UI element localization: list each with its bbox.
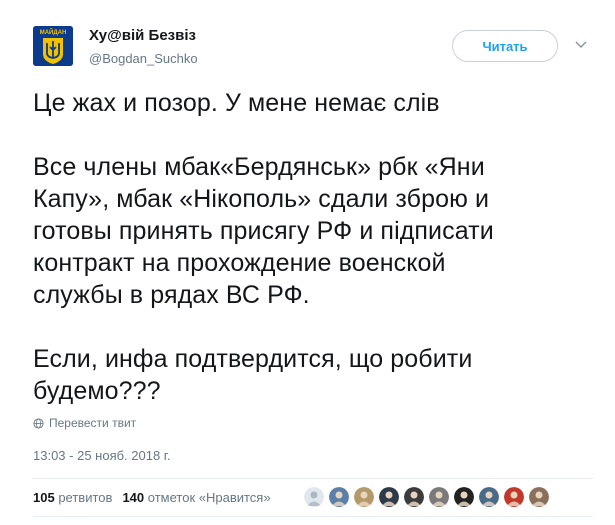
tweet-text-line: Капу», мбак «Нікополь» сдали зброю и xyxy=(33,185,490,213)
divider xyxy=(33,478,593,479)
chevron-down-icon[interactable] xyxy=(574,40,588,50)
tweet-text-line: контракт на прохождение военской xyxy=(33,249,446,277)
author-display-name[interactable]: Ху@вій Безвіз xyxy=(89,27,196,44)
svg-text:МАЙДАН: МАЙДАН xyxy=(40,28,67,36)
retweets-stat[interactable]: 105 ретвитов xyxy=(33,490,112,505)
liker-avatar[interactable] xyxy=(504,487,524,507)
tweet-card: МАЙДАН Ху@вій Безвіз @Bogdan_Suchko Чита… xyxy=(0,0,615,525)
tweet-paragraph-2: Все члены мбак«Бердянськ» рбк «Яни Капу»… xyxy=(33,151,593,311)
tweet-paragraph-3: Если, инфа подтвердится, що робити будем… xyxy=(33,343,593,407)
retweets-count: 105 xyxy=(33,490,55,505)
likes-count: 140 xyxy=(122,490,145,505)
likes-label: отметок «Нравится» xyxy=(147,490,271,505)
liker-avatar[interactable] xyxy=(379,487,399,507)
retweets-label: ретвитов xyxy=(58,490,113,505)
tweet-text-line: службы в рядах ВС РФ. xyxy=(33,281,310,309)
tweet-text-line: Если, инфа подтвердится, що робити xyxy=(33,345,473,373)
follow-button[interactable]: Читать xyxy=(452,30,558,62)
liker-avatar[interactable] xyxy=(429,487,449,507)
liker-avatar[interactable] xyxy=(454,487,474,507)
tweet-paragraph-1: Це жах и позор. У мене немає слів xyxy=(33,87,593,119)
author-avatar[interactable]: МАЙДАН xyxy=(33,26,73,66)
globe-icon xyxy=(33,417,44,429)
liker-avatar[interactable] xyxy=(329,487,349,507)
liker-avatar[interactable] xyxy=(354,487,374,507)
tweet-text-line: будемо??? xyxy=(33,377,161,405)
liker-avatar[interactable] xyxy=(404,487,424,507)
default-avatar-icon[interactable] xyxy=(304,487,324,507)
tweet-text-line: готовы принять присягу РФ и підписати xyxy=(33,217,494,245)
tweet-text-line: Все члены мбак«Бердянськ» рбк «Яни xyxy=(33,153,485,181)
trident-emblem-icon: МАЙДАН xyxy=(33,26,73,66)
tweet-stats: 105 ретвитов 140 отметок «Нравится» xyxy=(33,490,271,505)
liker-avatar[interactable] xyxy=(529,487,549,507)
liker-avatar[interactable] xyxy=(479,487,499,507)
likers-facepile xyxy=(304,487,549,507)
tweet-timestamp[interactable]: 13:03 - 25 нояб. 2018 г. xyxy=(33,448,171,463)
divider xyxy=(33,516,593,517)
tweet-text-line: Це жах и позор. У мене немає слів xyxy=(33,89,440,117)
author-handle[interactable]: @Bogdan_Suchko xyxy=(89,51,198,66)
translate-tweet-link[interactable]: Перевести твит xyxy=(33,416,136,430)
likes-stat[interactable]: 140 отметок «Нравится» xyxy=(122,490,270,505)
translate-tweet-label: Перевести твит xyxy=(49,416,137,430)
